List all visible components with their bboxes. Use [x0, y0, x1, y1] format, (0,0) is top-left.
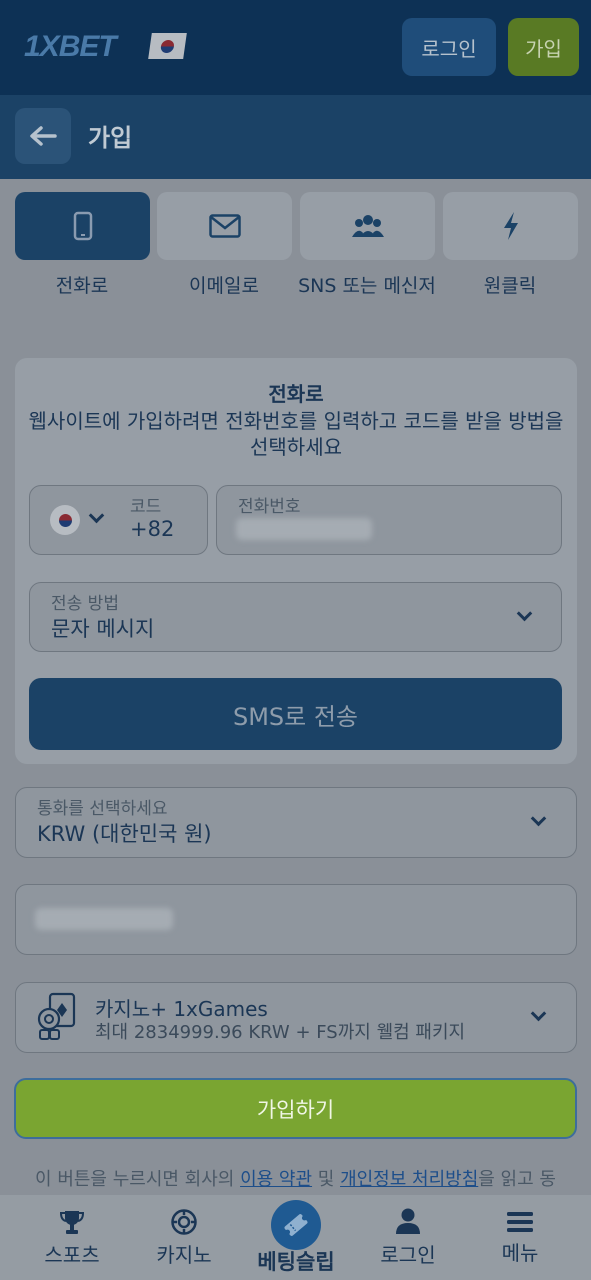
nav-casino[interactable]: 카지노 [148, 1195, 220, 1280]
terms-of-use-link[interactable]: 이용 약관 [240, 1169, 312, 1190]
privacy-policy-link[interactable]: 개인정보 처리방침 [340, 1169, 478, 1190]
sign-up-button[interactable]: 가입하기 [14, 1078, 577, 1139]
hamburger-menu-icon [507, 1212, 533, 1232]
nav-sports[interactable]: 스포츠 [36, 1195, 108, 1280]
tab-one-click-label: 원클릭 [483, 275, 537, 297]
people-icon [351, 215, 384, 237]
envelope-icon [208, 214, 241, 238]
tab-sns-label: SNS 또는 메신저 [298, 275, 436, 297]
lightning-icon [503, 212, 518, 240]
nav-menu-label: 메뉴 [501, 1241, 539, 1265]
login-button[interactable]: 로그인 [402, 18, 496, 76]
terms-suffix: 을 읽고 동 [478, 1169, 556, 1190]
nav-casino-label: 카지노 [156, 1243, 212, 1267]
phone-number-label: 전화번호 [238, 497, 301, 517]
tab-email-label: 이메일로 [189, 275, 259, 297]
nav-login-label: 로그인 [380, 1243, 436, 1267]
phone-number-value [236, 518, 372, 540]
tab-sns[interactable] [300, 192, 435, 260]
back-button[interactable] [15, 108, 71, 164]
korea-flag-icon [50, 505, 80, 535]
page-title: 가입 [88, 124, 133, 152]
phone-icon [73, 211, 92, 241]
tab-phone-label: 전화로 [55, 275, 109, 297]
user-icon [396, 1208, 420, 1234]
nav-menu[interactable]: 메뉴 [488, 1195, 552, 1280]
tab-phone[interactable] [15, 192, 150, 260]
promo-code-placeholder [35, 908, 173, 930]
nav-login[interactable]: 로그인 [370, 1195, 446, 1280]
currency-label: 통화를 선택하세요 [37, 799, 168, 819]
tab-email[interactable] [157, 192, 292, 260]
ticket-icon [284, 1214, 308, 1236]
arrow-left-icon [30, 126, 57, 146]
join-header-button[interactable]: 가입 [508, 18, 579, 76]
send-sms-button[interactable]: SMS로 전송 [29, 678, 562, 750]
card-description: 웹사이트에 가입하려면 전화번호를 입력하고 코드를 받을 방법을 선택하세요 [28, 409, 564, 459]
terms-text: 이 버튼을 누르시면 회사의 이용 약관 및 개인정보 처리방침을 읽고 동 [0, 1165, 591, 1191]
trophy-icon [59, 1211, 85, 1234]
currency-value: KRW (대한민국 원) [37, 822, 212, 846]
bonus-subtitle: 최대 2834999.96 KRW + FS까지 웰컴 패키지 [95, 1022, 466, 1043]
nav-betslip-label: 베팅슬립 [257, 1250, 335, 1274]
korea-flag-icon[interactable] [148, 33, 187, 59]
terms-middle: 및 [312, 1169, 341, 1190]
casino-cards-icon [37, 992, 76, 1040]
send-method-value: 문자 메시지 [51, 617, 155, 641]
terms-prefix: 이 버튼을 누르시면 회사의 [35, 1169, 241, 1190]
tab-one-click[interactable] [443, 192, 578, 260]
nav-betslip[interactable] [271, 1200, 321, 1250]
code-label: 코드 [130, 497, 162, 517]
brand-logo[interactable]: 1XBET [24, 30, 117, 64]
card-title: 전화로 [268, 382, 324, 406]
casino-chip-icon [171, 1209, 197, 1235]
send-method-label: 전송 방법 [51, 594, 119, 614]
code-value: +82 [130, 517, 175, 541]
nav-sports-label: 스포츠 [44, 1243, 100, 1267]
